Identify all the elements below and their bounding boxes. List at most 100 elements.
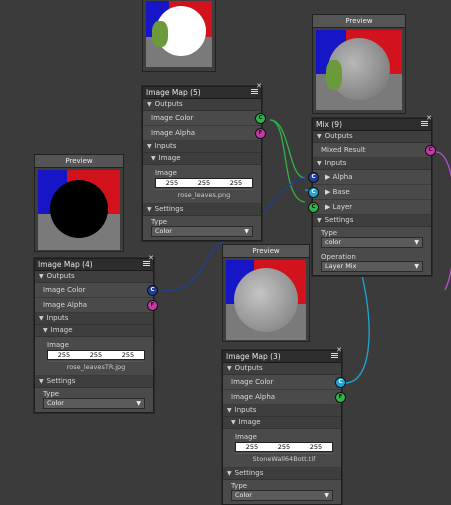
file-name[interactable]: rose_leavesTR.jpg	[47, 361, 145, 372]
socket-color[interactable]: C	[255, 113, 266, 124]
row-label: Mixed Result	[321, 146, 366, 154]
expand-triangle-icon: ▼	[147, 206, 152, 213]
type-label: Type	[231, 482, 248, 490]
image-field[interactable]: Image 255 255 255 rose_leavesTR.jpg	[35, 337, 153, 376]
preview-title: Preview	[35, 155, 123, 168]
section-outputs[interactable]: ▼ Outputs	[313, 131, 431, 143]
file-name[interactable]: StoneWall64Bott.tif	[235, 453, 333, 464]
type-select[interactable]: color ▼	[321, 237, 423, 248]
expand-triangle-icon: ▼	[227, 470, 232, 477]
section-outputs[interactable]: ▼ Outputs	[35, 271, 153, 283]
preview-image	[146, 1, 212, 67]
menu-icon[interactable]	[142, 260, 151, 269]
input-base[interactable]: ▶ Base C	[308, 185, 431, 200]
socket-color[interactable]: C	[335, 377, 346, 388]
section-label: Inputs	[234, 406, 257, 414]
node-header[interactable]: Image Map (4) ✕	[35, 254, 154, 271]
image-label: Image	[47, 341, 69, 349]
section-label: Inputs	[324, 159, 347, 167]
section-image[interactable]: ▼ Image	[223, 417, 341, 429]
wire-blue-node4	[160, 239, 231, 292]
section-outputs[interactable]: ▼ Outputs	[143, 99, 261, 111]
node-image-map-3[interactable]: Image Map (3) ✕ ▼ Outputs Image Color C I…	[222, 346, 346, 505]
input-layer[interactable]: ▶ Layer C	[308, 200, 431, 215]
chevron-down-icon: ▼	[414, 263, 419, 270]
section-settings[interactable]: ▼ Settings	[223, 468, 341, 480]
wire-green-color-to-layer	[269, 119, 306, 203]
socket-layer-in[interactable]: C	[308, 202, 319, 213]
section-outputs[interactable]: ▼ Outputs	[223, 363, 341, 375]
b-value[interactable]: 255	[310, 443, 322, 451]
section-settings[interactable]: ▼ Settings	[35, 376, 153, 388]
input-alpha[interactable]: ▶ Alpha C	[308, 170, 431, 185]
operation-select[interactable]: Layer Mix ▼	[321, 261, 423, 272]
expand-triangle-icon: ▼	[43, 327, 48, 334]
type-select[interactable]: Color ▼	[231, 490, 333, 501]
expand-triangle-icon: ▼	[147, 143, 152, 150]
type-select[interactable]: Color ▼	[43, 398, 145, 409]
section-label: Outputs	[154, 100, 183, 108]
node-header[interactable]: Mix (9) ✕	[313, 114, 432, 131]
menu-icon[interactable]	[330, 352, 339, 361]
type-select[interactable]: Color ▼	[151, 226, 253, 237]
section-label: Outputs	[234, 364, 263, 372]
node-mix-9[interactable]: Mix (9) ✕ ▼ Outputs Mixed Result C ▼ Input…	[308, 114, 436, 276]
expand-triangle-icon: ▼	[317, 217, 322, 224]
output-image-alpha: Image Alpha F	[35, 298, 158, 313]
node-image-map-4[interactable]: Image Map (4) ✕ ▼ Outputs Image Color C I…	[34, 254, 158, 413]
r-value[interactable]: 255	[166, 179, 178, 187]
expand-triangle-icon: ▶	[325, 188, 331, 196]
preview-panel-stone: Preview	[222, 244, 310, 342]
preview-panel-left: Preview	[34, 154, 124, 252]
section-image[interactable]: ▼ Image	[143, 153, 261, 165]
image-field[interactable]: Image 255 255 255 rose_leaves.png	[143, 165, 261, 204]
socket-mixed[interactable]: C	[425, 145, 436, 156]
section-label: Outputs	[46, 272, 75, 280]
rgb-values[interactable]: 255 255 255	[155, 178, 253, 188]
type-setting: Type Color ▼	[35, 388, 153, 412]
section-label: Settings	[154, 205, 184, 213]
socket-alpha-in[interactable]: C	[308, 172, 319, 183]
section-settings[interactable]: ▼ Settings	[313, 215, 431, 227]
section-inputs[interactable]: ▼ Inputs	[223, 405, 341, 417]
chevron-down-icon: ▼	[414, 239, 419, 246]
file-name[interactable]: rose_leaves.png	[155, 189, 253, 200]
rgb-values[interactable]: 255 255 255	[47, 350, 145, 360]
rgb-values[interactable]: 255 255 255	[235, 442, 333, 452]
row-label: Alpha	[332, 173, 353, 181]
preview-image	[226, 260, 306, 340]
node-header[interactable]: Image Map (5) ✕	[143, 82, 262, 99]
node-title: Image Map (4)	[38, 260, 93, 269]
row-label: Image Color	[151, 114, 194, 122]
type-setting: Type Color ▼	[223, 480, 341, 504]
g-value[interactable]: 255	[278, 443, 290, 451]
type-label: Type	[321, 229, 338, 237]
chevron-down-icon: ▼	[244, 228, 249, 235]
socket-alpha[interactable]: F	[147, 300, 158, 311]
b-value[interactable]: 255	[230, 179, 242, 187]
r-value[interactable]: 255	[58, 351, 70, 359]
section-inputs[interactable]: ▼ Inputs	[35, 313, 153, 325]
section-label: Settings	[46, 377, 76, 385]
socket-base-in[interactable]: C	[308, 187, 319, 198]
socket-color[interactable]: C	[147, 285, 158, 296]
g-value[interactable]: 255	[198, 179, 210, 187]
r-value[interactable]: 255	[246, 443, 258, 451]
row-label: Layer	[332, 203, 353, 211]
section-inputs[interactable]: ▼ Inputs	[143, 141, 261, 153]
socket-alpha[interactable]: F	[255, 128, 266, 139]
section-settings[interactable]: ▼ Settings	[143, 204, 261, 216]
section-inputs[interactable]: ▼ Inputs	[313, 158, 431, 170]
output-image-alpha: Image Alpha F	[143, 126, 266, 141]
image-field[interactable]: Image 255 255 255 StoneWall64Bott.tif	[223, 429, 341, 468]
menu-icon[interactable]	[250, 88, 259, 97]
g-value[interactable]: 255	[90, 351, 102, 359]
image-label: Image	[155, 169, 177, 177]
socket-alpha[interactable]: F	[335, 392, 346, 403]
b-value[interactable]: 255	[122, 351, 134, 359]
menu-icon[interactable]	[420, 120, 429, 129]
node-image-map-5[interactable]: Image Map (5) ✕ ▼ Outputs Image Color C I…	[142, 82, 266, 241]
node-header[interactable]: Image Map (3) ✕	[223, 346, 342, 363]
section-label: Image	[158, 154, 181, 162]
section-image[interactable]: ▼ Image	[35, 325, 153, 337]
